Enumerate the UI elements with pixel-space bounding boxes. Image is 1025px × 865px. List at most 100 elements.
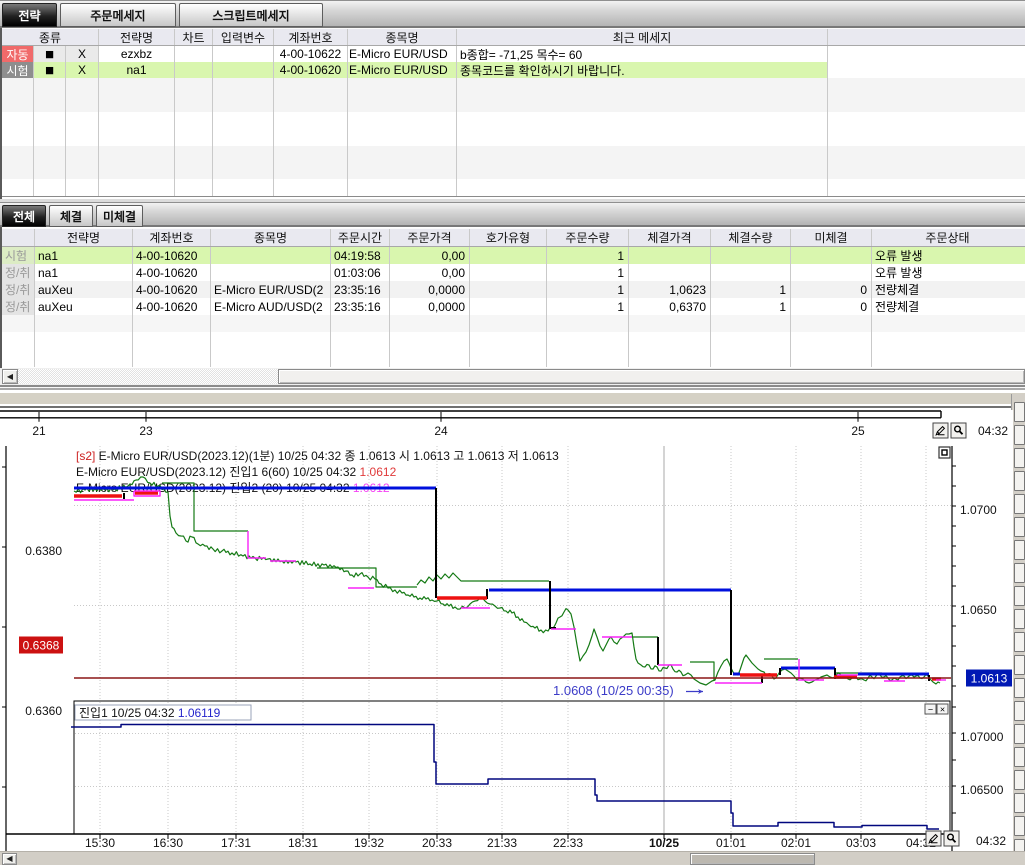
- order-row-1[interactable]: 시험 na1 4-00-10620 04:19:58 0,00 1 오류 발생: [2, 247, 1025, 264]
- scrollbar-thumb[interactable]: [690, 853, 815, 865]
- order-instrument: [211, 247, 331, 264]
- col-order-qty[interactable]: 주문수량: [547, 229, 629, 246]
- time-label: 19:32: [354, 836, 384, 850]
- row-filler: [828, 62, 1025, 78]
- order-row-3[interactable]: 정/취 auXeu 4-00-10620 E-Micro EUR/USD(2 2…: [2, 281, 1025, 298]
- draw-button[interactable]: [926, 831, 941, 846]
- col-type[interactable]: 종류: [2, 29, 99, 45]
- date-label: 21: [32, 424, 46, 438]
- strategy-row-ezxbz[interactable]: 자동 ■ X ezxbz 4-00-10622 E-Micro EUR/USD …: [2, 46, 1025, 62]
- order-unfilled: [791, 264, 872, 281]
- col-instrument[interactable]: 종목명: [348, 29, 457, 45]
- order-tag: 시험: [2, 247, 35, 264]
- scrollbar-thumb[interactable]: [278, 369, 1025, 384]
- right-axis-label: 1.06500: [960, 783, 1004, 797]
- strategy-type-badge: 시험: [2, 62, 34, 78]
- zoom-button[interactable]: [944, 831, 959, 846]
- scroll-left-button[interactable]: ◀: [2, 853, 17, 865]
- order-strategy: auXeu: [35, 281, 133, 298]
- time-label: 17:31: [221, 836, 251, 850]
- tab-filled[interactable]: 체결: [49, 205, 93, 227]
- left-arrow-icon: ◀: [6, 855, 12, 863]
- col-unfilled[interactable]: 미체결: [791, 229, 872, 246]
- chart-header-line-1: [s2] E-Micro EUR/USD(2023.12)(1분) 10/25 …: [76, 449, 559, 463]
- chart-header-line-2: E-Micro EUR/USD(2023.12) 진입1 6(60) 10/25…: [76, 465, 397, 479]
- left-axis-label: 0.6380: [25, 544, 62, 558]
- time-axis: 15:3016:3017:3118:3119:3220:3321:3322:33…: [6, 834, 1006, 850]
- order-tabbar: 전체 체결 미체결: [0, 202, 1025, 227]
- tab-strategy[interactable]: 전략: [2, 3, 57, 27]
- order-time: 23:35:16: [331, 281, 390, 298]
- col-params[interactable]: 입력변수: [213, 29, 274, 45]
- order-price: 0,0000: [390, 298, 470, 315]
- run-checkbox[interactable]: ■: [34, 62, 66, 78]
- entry1-sub-panel: 진입1 10/25 04:32 1.06119−×: [71, 701, 950, 834]
- tab-all-orders[interactable]: 전체: [2, 205, 46, 227]
- time-label: 03:03: [846, 836, 876, 850]
- order-type: [470, 298, 547, 315]
- tab-script-messages[interactable]: 스크립트메세지: [179, 3, 323, 27]
- col-status[interactable]: 주문상태: [872, 229, 1023, 246]
- row-filler: [828, 46, 1025, 62]
- order-row-4[interactable]: 정/취 auXeu 4-00-10620 E-Micro AUD/USD(2 2…: [2, 298, 1025, 315]
- order-time: 23:35:16: [331, 298, 390, 315]
- col-chart[interactable]: 차트: [175, 29, 213, 45]
- clock-label: 04:32: [978, 424, 1008, 438]
- order-instrument: E-Micro AUD/USD(2: [211, 298, 331, 315]
- main-panel-restore-icon[interactable]: [939, 447, 950, 458]
- series: [74, 477, 951, 685]
- zoom-button[interactable]: [951, 423, 966, 438]
- time-label: 16:30: [153, 836, 183, 850]
- strategy-name: na1: [99, 62, 175, 78]
- order-type: [470, 247, 547, 264]
- col-name[interactable]: 전략명: [99, 29, 175, 45]
- aud-price-marker-text: 0.6368: [23, 639, 60, 653]
- scroll-left-button[interactable]: ◀: [2, 369, 18, 384]
- run-checkbox[interactable]: ■: [34, 46, 66, 62]
- order-status: 오류 발생: [872, 247, 1023, 264]
- order-fill-price: [629, 264, 711, 281]
- tab-unfilled[interactable]: 미체결: [96, 205, 143, 227]
- strategy-account: 4-00-10622: [274, 46, 348, 62]
- time-label: 01:01: [716, 836, 746, 850]
- sub-panel-frame: [74, 701, 950, 834]
- eur-price-marker-text: 1.0613: [971, 672, 1008, 686]
- order-price: 0,00: [390, 247, 470, 264]
- col-order-type[interactable]: 호가유형: [470, 229, 547, 246]
- orders-hscrollbar: ◀: [0, 368, 1025, 385]
- tab-order-messages[interactable]: 주문메세지: [60, 3, 176, 27]
- strategy-row-na1[interactable]: 시험 ■ X na1 4-00-10620 E-Micro EUR/USD 종목…: [2, 62, 1025, 78]
- right-axis: 1.07001.06501.070001.065001.0613: [952, 446, 1012, 851]
- col-order-price[interactable]: 주문가격: [390, 229, 470, 246]
- col-account[interactable]: 계좌번호: [274, 29, 348, 45]
- strategy-instrument: E-Micro EUR/USD: [348, 46, 457, 62]
- order-fill-price: 1,0623: [629, 281, 711, 298]
- order-tag: 정/취: [2, 281, 35, 298]
- time-label: 15:30: [85, 836, 115, 850]
- col-message[interactable]: 최근 메세지: [457, 29, 828, 45]
- col-strategy[interactable]: 전략명: [35, 229, 133, 246]
- col-order-time[interactable]: 주문시간: [331, 229, 390, 246]
- strategy-name: ezxbz: [99, 46, 175, 62]
- col-account[interactable]: 계좌번호: [133, 229, 211, 246]
- chart-hscrollbar: ◀: [0, 851, 1025, 865]
- order-row-2[interactable]: 정/취 na1 4-00-10620 01:03:06 0,00 1 오류 발생: [2, 264, 1025, 281]
- order-strategy: na1: [35, 264, 133, 281]
- orders-table-header: 전략명 계좌번호 종목명 주문시간 주문가격 호가유형 주문수량 체결가격 체결…: [2, 228, 1025, 247]
- order-strategy: auXeu: [35, 298, 133, 315]
- close-x-button[interactable]: X: [66, 46, 99, 62]
- col-fill-qty[interactable]: 체결수량: [711, 229, 791, 246]
- order-status: 오류 발생: [872, 264, 1023, 281]
- order-unfilled: 0: [791, 281, 872, 298]
- order-fill-qty: [711, 247, 791, 264]
- strategy-tabbar: 전략 주문메세지 스크립트메세지: [0, 0, 1025, 28]
- close-x-button[interactable]: X: [66, 62, 99, 78]
- strategy-table-header: 종류 전략명 차트 입력변수 계좌번호 종목명 최근 메세지: [2, 28, 1025, 46]
- order-strategy: na1: [35, 247, 133, 264]
- order-unfilled: [791, 247, 872, 264]
- time-label: 20:33: [422, 836, 452, 850]
- draw-button[interactable]: [933, 423, 948, 438]
- panel-splitter[interactable]: [0, 393, 1025, 404]
- col-fill-price[interactable]: 체결가격: [629, 229, 711, 246]
- col-instrument[interactable]: 종목명: [211, 229, 331, 246]
